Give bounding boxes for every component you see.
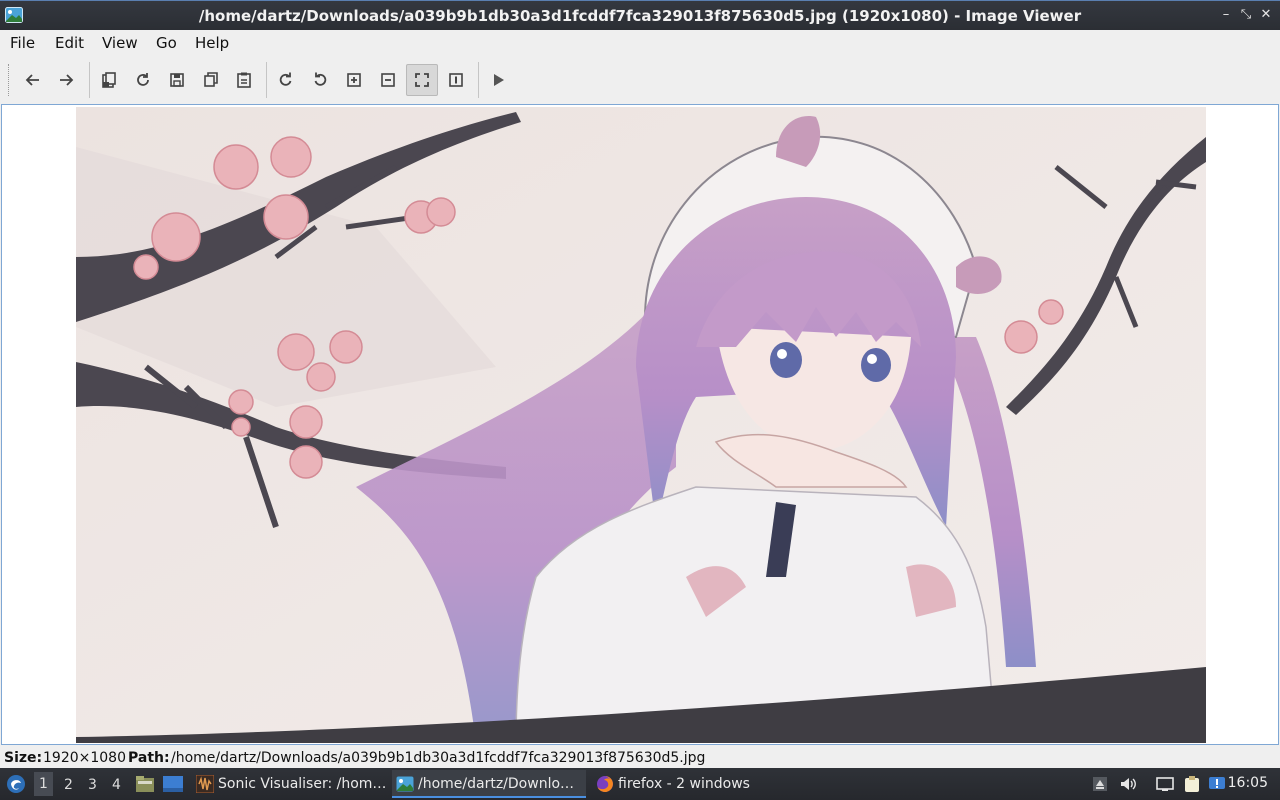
statusbar: Size: 1920×1080 Path: /home/dartz/Downlo… [0, 746, 1280, 768]
minimize-button[interactable]: – [1218, 7, 1234, 23]
volume-icon[interactable] [1119, 775, 1137, 793]
task-image-viewer[interactable]: /home/dartz/Downlo… [392, 770, 586, 798]
close-button[interactable]: ✕ [1258, 7, 1274, 23]
copy-button[interactable] [195, 64, 227, 96]
task-sonic-visualiser[interactable]: Sonic Visualiser: /hom… [192, 770, 388, 798]
paste-icon [237, 72, 251, 88]
task-firefox[interactable]: firefox - 2 windows [592, 770, 782, 798]
original-size-button[interactable] [440, 64, 472, 96]
firefox-icon [597, 776, 613, 792]
clipboard-icon[interactable] [1183, 775, 1201, 793]
desktop-3[interactable]: 3 [88, 777, 97, 793]
image-viewer-icon [396, 776, 414, 792]
zoom-in-button[interactable] [338, 64, 370, 96]
taskbar: 1 2 3 4 Sonic Visualiser: /hom… /home/da… [0, 768, 1280, 800]
image-view[interactable] [1, 104, 1279, 745]
toolbar-separator [478, 62, 479, 98]
menu-help[interactable]: Help [195, 34, 229, 52]
zoom-out-button[interactable] [372, 64, 404, 96]
open-file-icon [102, 72, 116, 88]
window-titlebar[interactable]: /home/dartz/Downloads/a039b9b1db30a3d1fc… [0, 0, 1280, 30]
toolbar-separator [89, 62, 90, 98]
desktop-4[interactable]: 4 [112, 777, 121, 793]
window-title: /home/dartz/Downloads/a039b9b1db30a3d1fc… [198, 7, 1082, 25]
sonic-visualiser-icon [196, 775, 214, 793]
menubar: File Edit View Go Help [0, 30, 1280, 56]
save-button[interactable] [161, 64, 193, 96]
arrow-left-icon [25, 74, 39, 86]
desktop-show-icon[interactable] [162, 775, 184, 793]
zoom-out-icon [381, 73, 395, 87]
tray-arrow-icon[interactable] [1091, 775, 1109, 793]
menu-go[interactable]: Go [156, 34, 177, 52]
task-label: /home/dartz/Downlo… [418, 776, 575, 792]
toolbar [0, 56, 1280, 104]
maximize-button[interactable]: ⤡ [1238, 7, 1254, 23]
menu-file[interactable]: File [10, 34, 35, 52]
fit-window-button[interactable] [406, 64, 438, 96]
slideshow-icon [494, 74, 504, 86]
rotate-counterclockwise-icon [314, 72, 327, 86]
desktop-2[interactable]: 2 [64, 777, 73, 793]
path-value: /home/dartz/Downloads/a039b9b1db30a3d1fc… [171, 750, 706, 766]
paste-button[interactable] [228, 64, 260, 96]
task-label: Sonic Visualiser: /hom… [218, 776, 387, 792]
arrow-right-icon [60, 74, 74, 86]
fit-window-icon [415, 73, 429, 87]
toolbar-grip[interactable] [8, 64, 11, 96]
file-manager-icon[interactable] [135, 775, 155, 793]
start-menu-icon[interactable] [6, 774, 26, 794]
slideshow-button[interactable] [482, 64, 514, 96]
original-size-icon [449, 73, 463, 87]
rotate-counterclockwise-button[interactable] [304, 64, 336, 96]
size-value: 1920×1080 [43, 750, 126, 766]
network-icon[interactable] [1156, 775, 1174, 793]
zoom-in-icon [347, 73, 361, 87]
path-label: Path: [128, 750, 170, 766]
toolbar-separator [266, 62, 267, 98]
clock[interactable]: 16:05 [1228, 775, 1268, 791]
previous-button[interactable] [17, 64, 49, 96]
copy-icon [204, 72, 218, 87]
menu-edit[interactable]: Edit [55, 34, 84, 52]
notification-icon[interactable] [1208, 775, 1226, 793]
image-viewer-icon [5, 7, 23, 23]
open-button[interactable] [93, 64, 125, 96]
task-label: firefox - 2 windows [618, 776, 750, 792]
size-label: Size: [4, 750, 43, 766]
rotate-clockwise-button[interactable] [270, 64, 302, 96]
next-button[interactable] [50, 64, 82, 96]
save-icon [170, 73, 184, 87]
menu-view[interactable]: View [102, 34, 138, 52]
reload-button[interactable] [127, 64, 159, 96]
reload-icon [137, 73, 149, 86]
rotate-clockwise-icon [279, 72, 292, 86]
desktop-1[interactable]: 1 [34, 772, 53, 796]
anime-artwork-image [76, 107, 1206, 743]
